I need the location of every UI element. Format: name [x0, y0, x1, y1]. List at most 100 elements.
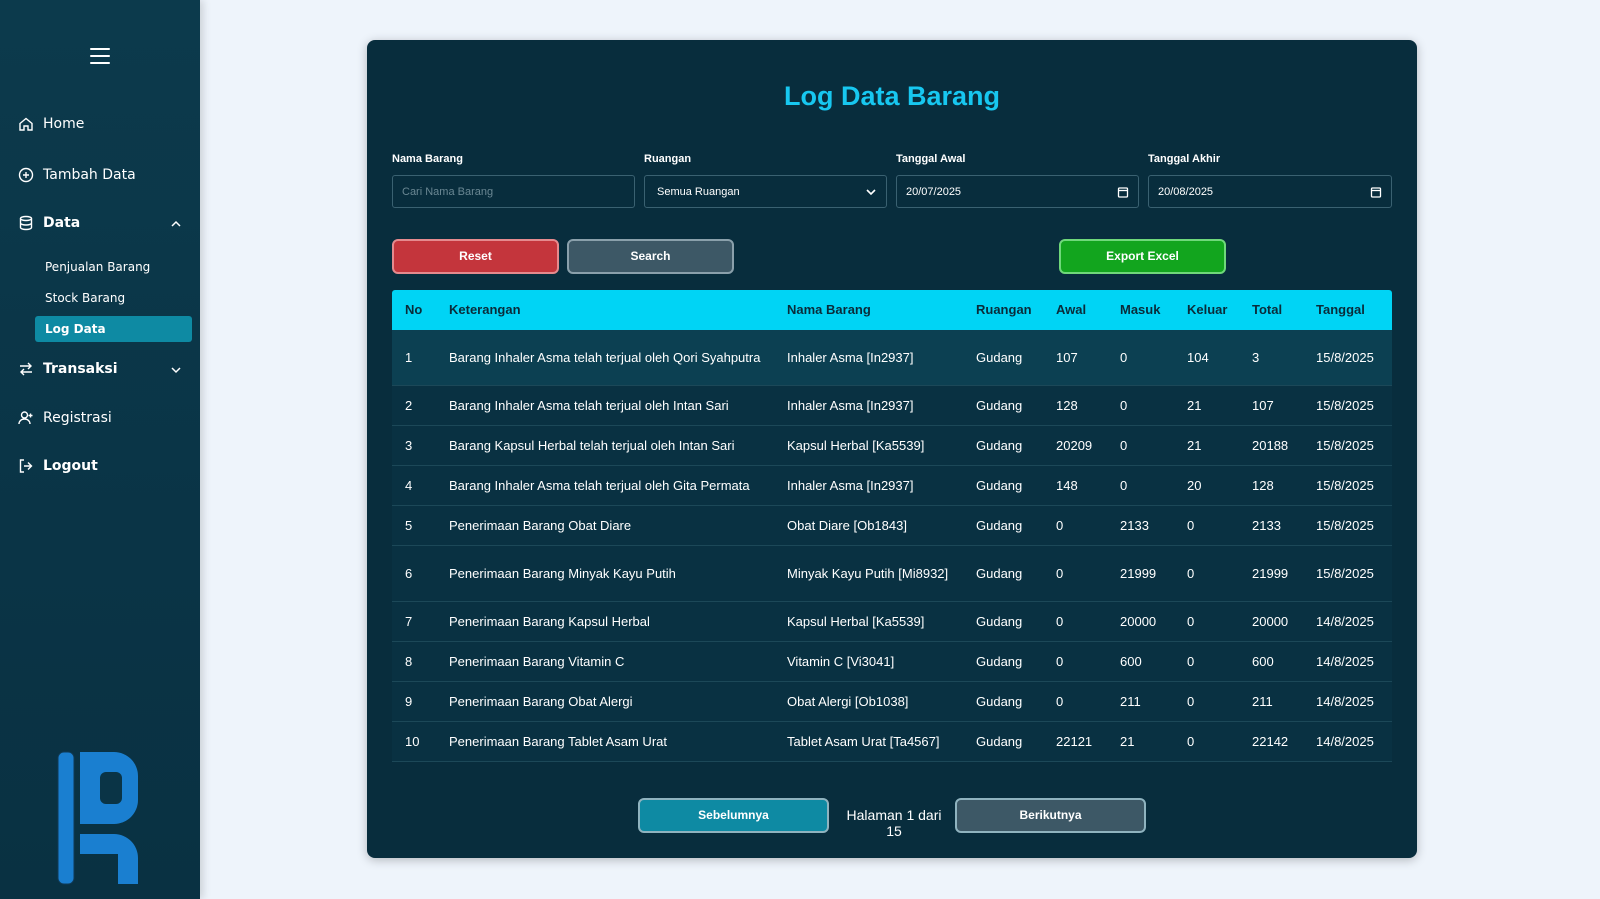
cell-masuk: 20000	[1120, 613, 1157, 629]
header-ruangan: Ruangan	[976, 302, 1032, 317]
cell-keterangan: Penerimaan Barang Minyak Kayu Putih	[449, 565, 676, 581]
calendar-icon[interactable]	[1370, 186, 1382, 198]
table-row: 4 Barang Inhaler Asma telah terjual oleh…	[392, 466, 1392, 506]
table-row: 8 Penerimaan Barang Vitamin C Vitamin C …	[392, 642, 1392, 682]
search-button[interactable]: Search	[567, 239, 734, 274]
cell-ruangan: Gudang	[976, 565, 1023, 581]
table-row: 3 Barang Kapsul Herbal telah terjual ole…	[392, 426, 1392, 466]
table-row: 6 Penerimaan Barang Minyak Kayu Putih Mi…	[392, 546, 1392, 602]
tanggal-awal-input[interactable]: 20/07/2025	[896, 175, 1139, 208]
ruangan-select[interactable]: Semua Ruangan	[644, 175, 887, 208]
sidebar-item-data[interactable]: Data	[18, 211, 80, 235]
cell-masuk: 0	[1120, 349, 1128, 365]
sidebar: Home Tambah Data Data Penjualan Barang S…	[0, 0, 200, 899]
cell-ruangan: Gudang	[976, 397, 1023, 413]
cell-masuk: 0	[1120, 437, 1128, 453]
cell-tanggal: 15/8/2025	[1316, 477, 1374, 493]
export-excel-button[interactable]: Export Excel	[1059, 239, 1226, 274]
cell-keluar: 0	[1187, 565, 1195, 581]
tanggal-akhir-value: 20/08/2025	[1158, 185, 1214, 198]
cell-keluar: 0	[1187, 733, 1195, 749]
header-tanggal: Tanggal	[1316, 302, 1365, 317]
header-total: Total	[1252, 302, 1283, 317]
cell-awal: 22121	[1056, 733, 1093, 749]
cell-awal: 107	[1056, 349, 1078, 365]
next-page-button[interactable]: Berikutnya	[955, 798, 1146, 833]
cell-total: 21999	[1252, 565, 1289, 581]
nama-barang-input[interactable]: Cari Nama Barang	[392, 175, 635, 208]
sidebar-item-registrasi[interactable]: Registrasi	[18, 406, 112, 430]
cell-total: 2133	[1252, 517, 1281, 533]
reset-button[interactable]: Reset	[392, 239, 559, 274]
table-row: 1 Barang Inhaler Asma telah terjual oleh…	[392, 330, 1392, 386]
cell-nama-barang: Inhaler Asma [In2937]	[787, 349, 914, 365]
sidebar-sub-log-data[interactable]: Log Data	[35, 316, 192, 342]
cell-masuk: 2133	[1120, 517, 1149, 533]
hamburger-menu-icon[interactable]	[90, 48, 110, 64]
sidebar-item-home[interactable]: Home	[18, 112, 84, 136]
calendar-icon[interactable]	[1117, 186, 1129, 198]
sidebar-item-label: Data	[43, 215, 81, 231]
chevron-down-icon[interactable]	[170, 364, 182, 376]
log-table: No Keterangan Nama Barang Ruangan Awal M…	[392, 290, 1392, 762]
cell-keterangan: Barang Inhaler Asma telah terjual oleh G…	[449, 477, 750, 493]
cell-no: 2	[405, 397, 413, 413]
cell-total: 22142	[1252, 733, 1289, 749]
cell-total: 20188	[1252, 437, 1289, 453]
cell-nama-barang: Kapsul Herbal [Ka5539]	[787, 437, 925, 453]
cell-nama-barang: Tablet Asam Urat [Ta4567]	[787, 733, 940, 749]
cell-masuk: 211	[1120, 693, 1141, 709]
home-icon	[18, 116, 34, 132]
cell-tanggal: 14/8/2025	[1316, 613, 1374, 629]
header-keluar: Keluar	[1187, 302, 1228, 317]
cell-masuk: 0	[1120, 397, 1128, 413]
cell-masuk: 600	[1120, 653, 1142, 669]
sidebar-item-label: Tambah Data	[43, 167, 136, 183]
cell-tanggal: 15/8/2025	[1316, 349, 1374, 365]
cell-ruangan: Gudang	[976, 613, 1023, 629]
cell-tanggal: 15/8/2025	[1316, 397, 1374, 413]
sidebar-item-logout[interactable]: Logout	[18, 454, 98, 478]
swap-icon	[18, 361, 34, 377]
sidebar-item-label: Transaksi	[43, 361, 118, 377]
sidebar-item-transaksi[interactable]: Transaksi	[18, 357, 118, 381]
sidebar-item-label: Home	[43, 116, 85, 132]
cell-no: 5	[405, 517, 413, 533]
chevron-up-icon[interactable]	[170, 218, 182, 230]
table-row: 5 Penerimaan Barang Obat Diare Obat Diar…	[392, 506, 1392, 546]
header-masuk: Masuk	[1120, 302, 1161, 317]
database-icon	[18, 215, 34, 231]
sidebar-item-label: Registrasi	[43, 410, 112, 426]
cell-nama-barang: Obat Alergi [Ob1038]	[787, 693, 909, 709]
cell-awal: 20209	[1056, 437, 1093, 453]
previous-page-button[interactable]: Sebelumnya	[638, 798, 829, 833]
cell-ruangan: Gudang	[976, 349, 1023, 365]
cell-awal: 0	[1056, 613, 1064, 629]
cell-ruangan: Gudang	[976, 477, 1023, 493]
cell-tanggal: 14/8/2025	[1316, 653, 1374, 669]
table-row: 7 Penerimaan Barang Kapsul Herbal Kapsul…	[392, 602, 1392, 642]
cell-ruangan: Gudang	[976, 437, 1023, 453]
sidebar-item-label: Logout	[43, 458, 98, 474]
sidebar-sub-penjualan-barang[interactable]: Penjualan Barang	[35, 254, 192, 280]
cell-masuk: 0	[1120, 477, 1128, 493]
tanggal-akhir-input[interactable]: 20/08/2025	[1148, 175, 1392, 208]
cell-tanggal: 14/8/2025	[1316, 693, 1374, 709]
sidebar-sub-stock-barang[interactable]: Stock Barang	[35, 285, 192, 311]
ruangan-label: Ruangan	[644, 153, 692, 165]
cell-keluar: 21	[1187, 437, 1202, 453]
cell-awal: 148	[1056, 477, 1078, 493]
cell-keterangan: Barang Inhaler Asma telah terjual oleh I…	[449, 397, 729, 413]
cell-keluar: 0	[1187, 613, 1195, 629]
cell-no: 6	[405, 565, 413, 581]
ruangan-select-value: Semua Ruangan	[657, 185, 740, 198]
cell-awal: 128	[1056, 397, 1078, 413]
sidebar-item-tambah-data[interactable]: Tambah Data	[18, 163, 136, 187]
cell-ruangan: Gudang	[976, 517, 1023, 533]
log-data-card: Log Data Barang Nama Barang Cari Nama Ba…	[367, 40, 1417, 858]
cell-keterangan: Penerimaan Barang Tablet Asam Urat	[449, 733, 667, 749]
header-nama-barang: Nama Barang	[787, 302, 871, 317]
cell-keterangan: Barang Inhaler Asma telah terjual oleh Q…	[449, 349, 761, 365]
logout-icon	[18, 458, 34, 474]
table-row: 10 Penerimaan Barang Tablet Asam Urat Ta…	[392, 722, 1392, 762]
